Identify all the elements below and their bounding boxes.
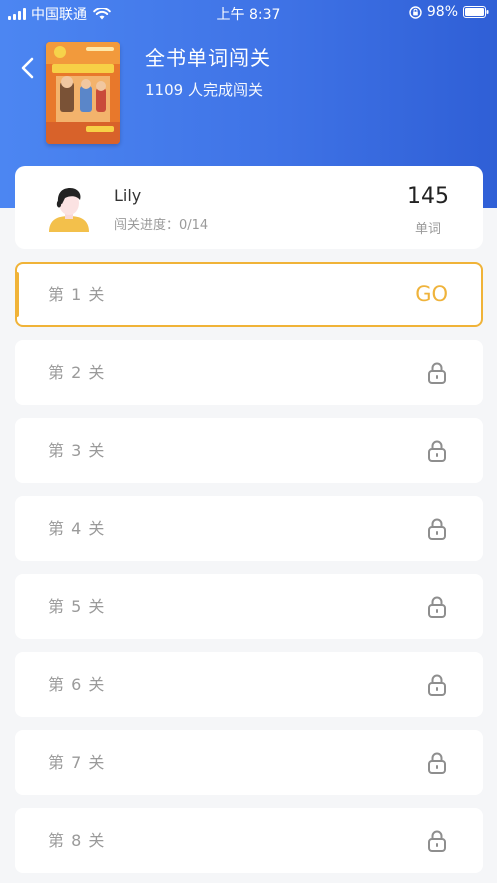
status-right: 98% (409, 4, 489, 20)
battery-percent: 98% (426, 4, 458, 20)
level-label: 第 8 关 (48, 831, 106, 850)
user-card: Lily 闯关进度：0/14 145 单词 (15, 166, 483, 249)
status-bar: 中国联通 上午 8:37 98% (0, 0, 497, 24)
level-8-card[interactable]: 第 8 关 (15, 808, 483, 873)
level-label: 第 2 关 (48, 363, 106, 382)
back-icon[interactable] (18, 56, 38, 80)
user-name: Lily (114, 186, 142, 205)
level-3-card[interactable]: 第 3 关 (15, 418, 483, 483)
padlock-icon (428, 596, 446, 618)
page-title: 全书单词闯关 (145, 46, 271, 70)
book-cover-image (46, 42, 120, 144)
word-count-label: 单词 (414, 222, 441, 237)
level-label: 第 5 关 (48, 597, 106, 616)
rotation-lock-icon (409, 5, 422, 19)
padlock-icon (428, 752, 446, 774)
padlock-icon (428, 440, 446, 462)
padlock-icon (428, 674, 446, 696)
active-level-indicator (15, 272, 19, 317)
battery-icon (463, 6, 489, 18)
level-label: 第 4 关 (48, 519, 106, 538)
level-7-card[interactable]: 第 7 关 (15, 730, 483, 795)
level-2-card[interactable]: 第 2 关 (15, 340, 483, 405)
level-label: 第 1 关 (48, 285, 106, 304)
word-count: 145 (407, 184, 449, 209)
padlock-icon (428, 362, 446, 384)
padlock-icon (428, 830, 446, 852)
level-1-card[interactable]: 第 1 关 GO (15, 262, 483, 327)
level-4-card[interactable]: 第 4 关 (15, 496, 483, 561)
level-label: 第 7 关 (48, 753, 106, 772)
level-6-card[interactable]: 第 6 关 (15, 652, 483, 717)
padlock-icon (428, 518, 446, 540)
level-label: 第 3 关 (48, 441, 106, 460)
level-progress: 闯关进度：0/14 (114, 218, 209, 233)
go-button[interactable]: GO (415, 264, 448, 325)
level-5-card[interactable]: 第 5 关 (15, 574, 483, 639)
level-label: 第 6 关 (48, 675, 106, 694)
completion-count: 1109 人完成闯关 (145, 81, 263, 99)
avatar (49, 188, 89, 232)
